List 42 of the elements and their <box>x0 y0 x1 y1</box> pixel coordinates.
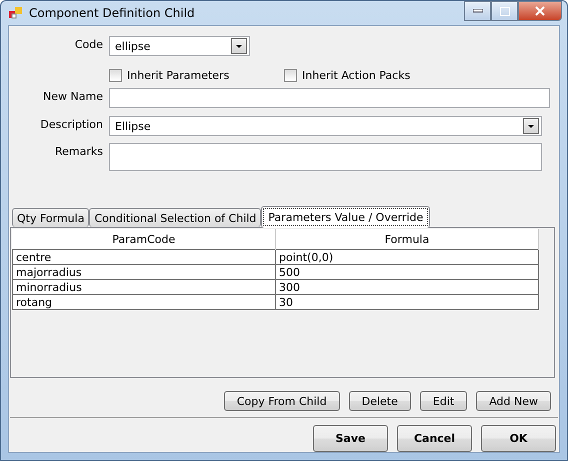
table-cell: minorradius <box>12 280 276 294</box>
table-cell: point(0,0) <box>276 250 538 264</box>
tab[interactable]: Parameters Value / Override <box>261 206 430 228</box>
grid-button[interactable]: Delete <box>348 391 411 411</box>
dialog-button[interactable]: Cancel <box>397 425 472 452</box>
checkbox-label: Inherit Action Packs <box>302 69 410 82</box>
field-label: Description <box>39 117 103 133</box>
window-title: Component Definition Child <box>29 6 196 20</box>
description-combobox[interactable]: Ellipse <box>109 116 542 136</box>
field-label: New Name <box>42 89 103 105</box>
table-cell: 500 <box>276 264 538 280</box>
close-icon <box>535 6 545 16</box>
checkbox[interactable] <box>109 69 122 82</box>
dialog-button[interactable]: OK <box>481 425 556 452</box>
combo-value: ellipse <box>115 40 152 52</box>
maximize-button[interactable] <box>491 1 518 21</box>
combo-value: Ellipse <box>115 120 152 132</box>
name-field[interactable] <box>109 88 550 108</box>
table-cell: 300 <box>276 280 538 294</box>
minimize-button[interactable] <box>464 1 491 21</box>
field-label: Remarks <box>54 144 103 160</box>
table-cell: rotang <box>12 294 276 310</box>
tab[interactable]: Qty Formula <box>12 208 90 227</box>
tab[interactable]: Conditional Selection of Child <box>89 208 262 227</box>
table-cell: majorradius <box>12 264 276 280</box>
minimize-icon <box>472 9 482 13</box>
column-header[interactable]: ParamCode <box>12 229 276 250</box>
app-icon <box>8 5 24 21</box>
grid-button[interactable]: Edit <box>420 391 468 411</box>
table-cell: 30 <box>276 294 538 310</box>
dialog-button[interactable]: Save <box>313 425 388 452</box>
field-label: Code <box>74 37 103 53</box>
code-combobox[interactable]: ellipse <box>109 36 250 56</box>
column-header[interactable]: Formula <box>276 229 538 250</box>
maximize-icon <box>500 6 510 16</box>
close-button[interactable] <box>518 1 562 21</box>
remarks-field[interactable] <box>109 143 542 171</box>
checkbox[interactable] <box>284 69 297 82</box>
checkbox-label: Inherit Parameters <box>127 69 230 82</box>
grid-button[interactable]: Add New <box>476 391 551 411</box>
grid-button[interactable]: Copy From Child <box>224 391 340 411</box>
table-cell: centre <box>12 250 276 264</box>
